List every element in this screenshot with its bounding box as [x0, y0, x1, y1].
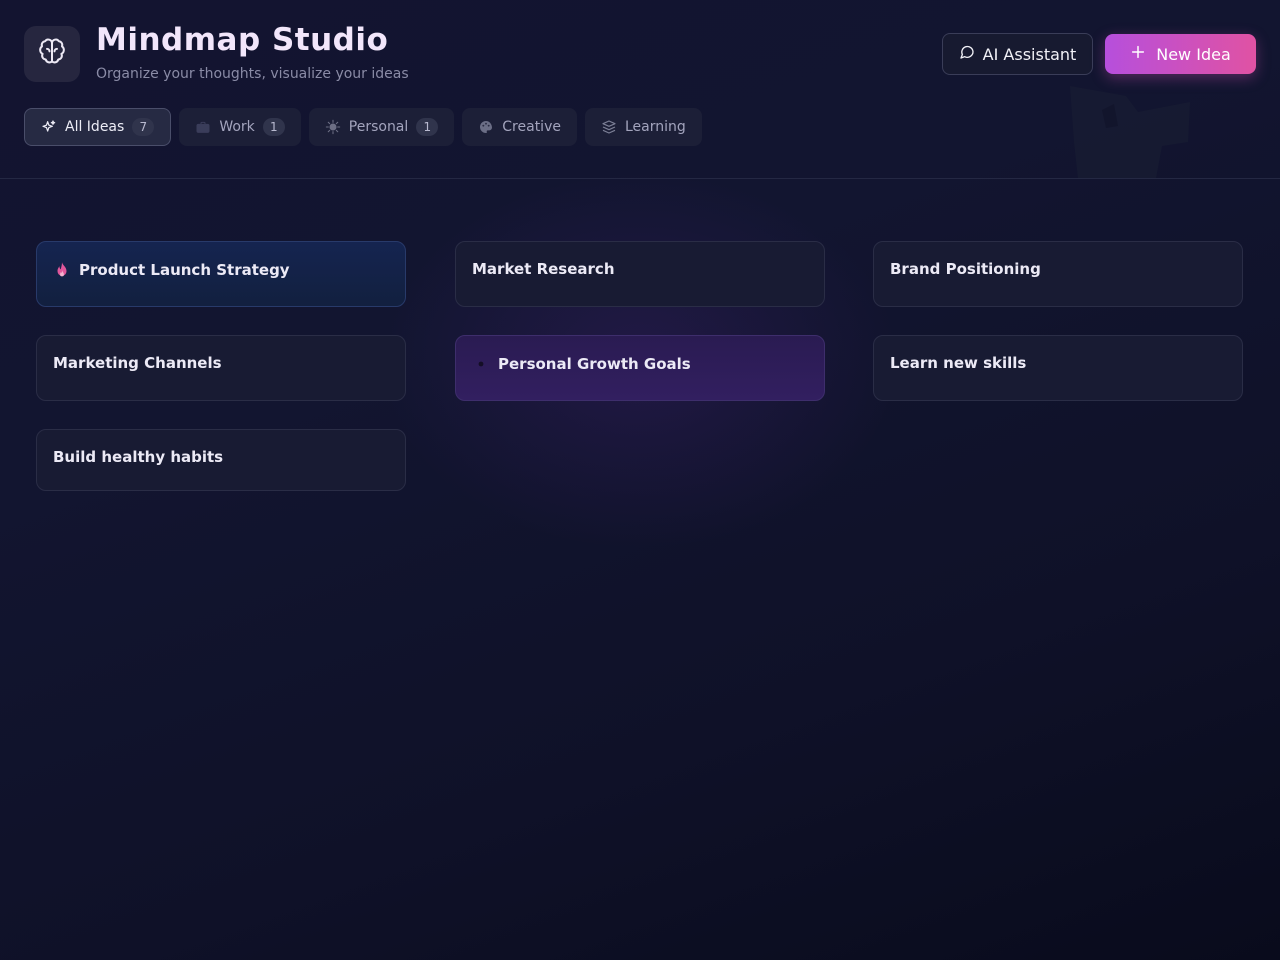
- idea-card-personal-growth-goals[interactable]: Personal Growth Goals: [455, 335, 825, 401]
- tab-creative[interactable]: Creative: [462, 108, 577, 146]
- ai-assistant-label: AI Assistant: [982, 44, 1077, 64]
- idea-card-market-research[interactable]: Market Research: [455, 241, 825, 307]
- category-tabs: All Ideas 7 Work 1 Personal 1 Creative L…: [24, 108, 702, 146]
- tab-label: All Ideas: [65, 119, 125, 135]
- app-header: Mindmap Studio Organize your thoughts, v…: [0, 0, 1280, 179]
- flame-icon: [53, 261, 71, 279]
- chat-bubble-icon: [959, 44, 975, 64]
- books-icon: [601, 119, 617, 135]
- brain-icon: [37, 37, 67, 71]
- tab-all-ideas[interactable]: All Ideas 7: [24, 108, 172, 146]
- idea-title: Market Research: [472, 260, 615, 278]
- idea-card-product-launch-strategy[interactable]: Product Launch Strategy: [36, 241, 406, 307]
- dot-icon: [472, 355, 490, 373]
- new-idea-button[interactable]: New Idea: [1105, 34, 1256, 74]
- idea-title: Brand Positioning: [890, 260, 1041, 278]
- decorative-background-shape: [1070, 86, 1190, 178]
- sparkles-icon: [41, 119, 57, 135]
- idea-title: Personal Growth Goals: [498, 355, 691, 373]
- plus-icon: [1130, 44, 1146, 64]
- app-logo: [24, 26, 80, 82]
- palette-icon: [478, 119, 494, 135]
- idea-title: Build healthy habits: [53, 448, 224, 466]
- page-title: Mindmap Studio: [96, 22, 389, 58]
- tab-label: Creative: [502, 119, 561, 135]
- page-subtitle: Organize your thoughts, visualize your i…: [96, 66, 409, 82]
- count-badge: 7: [132, 118, 155, 136]
- idea-card-build-healthy-habits[interactable]: Build healthy habits: [36, 429, 406, 491]
- tab-label: Work: [219, 119, 255, 135]
- idea-title: Learn new skills: [890, 354, 1027, 372]
- tab-learning[interactable]: Learning: [584, 108, 702, 146]
- idea-title: Marketing Channels: [53, 354, 222, 372]
- idea-title: Product Launch Strategy: [79, 261, 290, 279]
- ai-assistant-button[interactable]: AI Assistant: [942, 33, 1093, 75]
- briefcase-icon: [195, 119, 211, 135]
- new-idea-label: New Idea: [1156, 44, 1231, 64]
- count-badge: 1: [416, 118, 439, 136]
- idea-card-brand-positioning[interactable]: Brand Positioning: [873, 241, 1243, 307]
- tab-personal[interactable]: Personal 1: [308, 108, 455, 146]
- idea-card-learn-new-skills[interactable]: Learn new skills: [873, 335, 1243, 401]
- tab-label: Personal: [348, 119, 409, 135]
- idea-card-marketing-channels[interactable]: Marketing Channels: [36, 335, 406, 401]
- tab-work[interactable]: Work 1: [179, 108, 301, 146]
- sun-icon: [325, 119, 341, 135]
- tab-label: Learning: [624, 119, 686, 135]
- count-badge: 1: [262, 118, 285, 136]
